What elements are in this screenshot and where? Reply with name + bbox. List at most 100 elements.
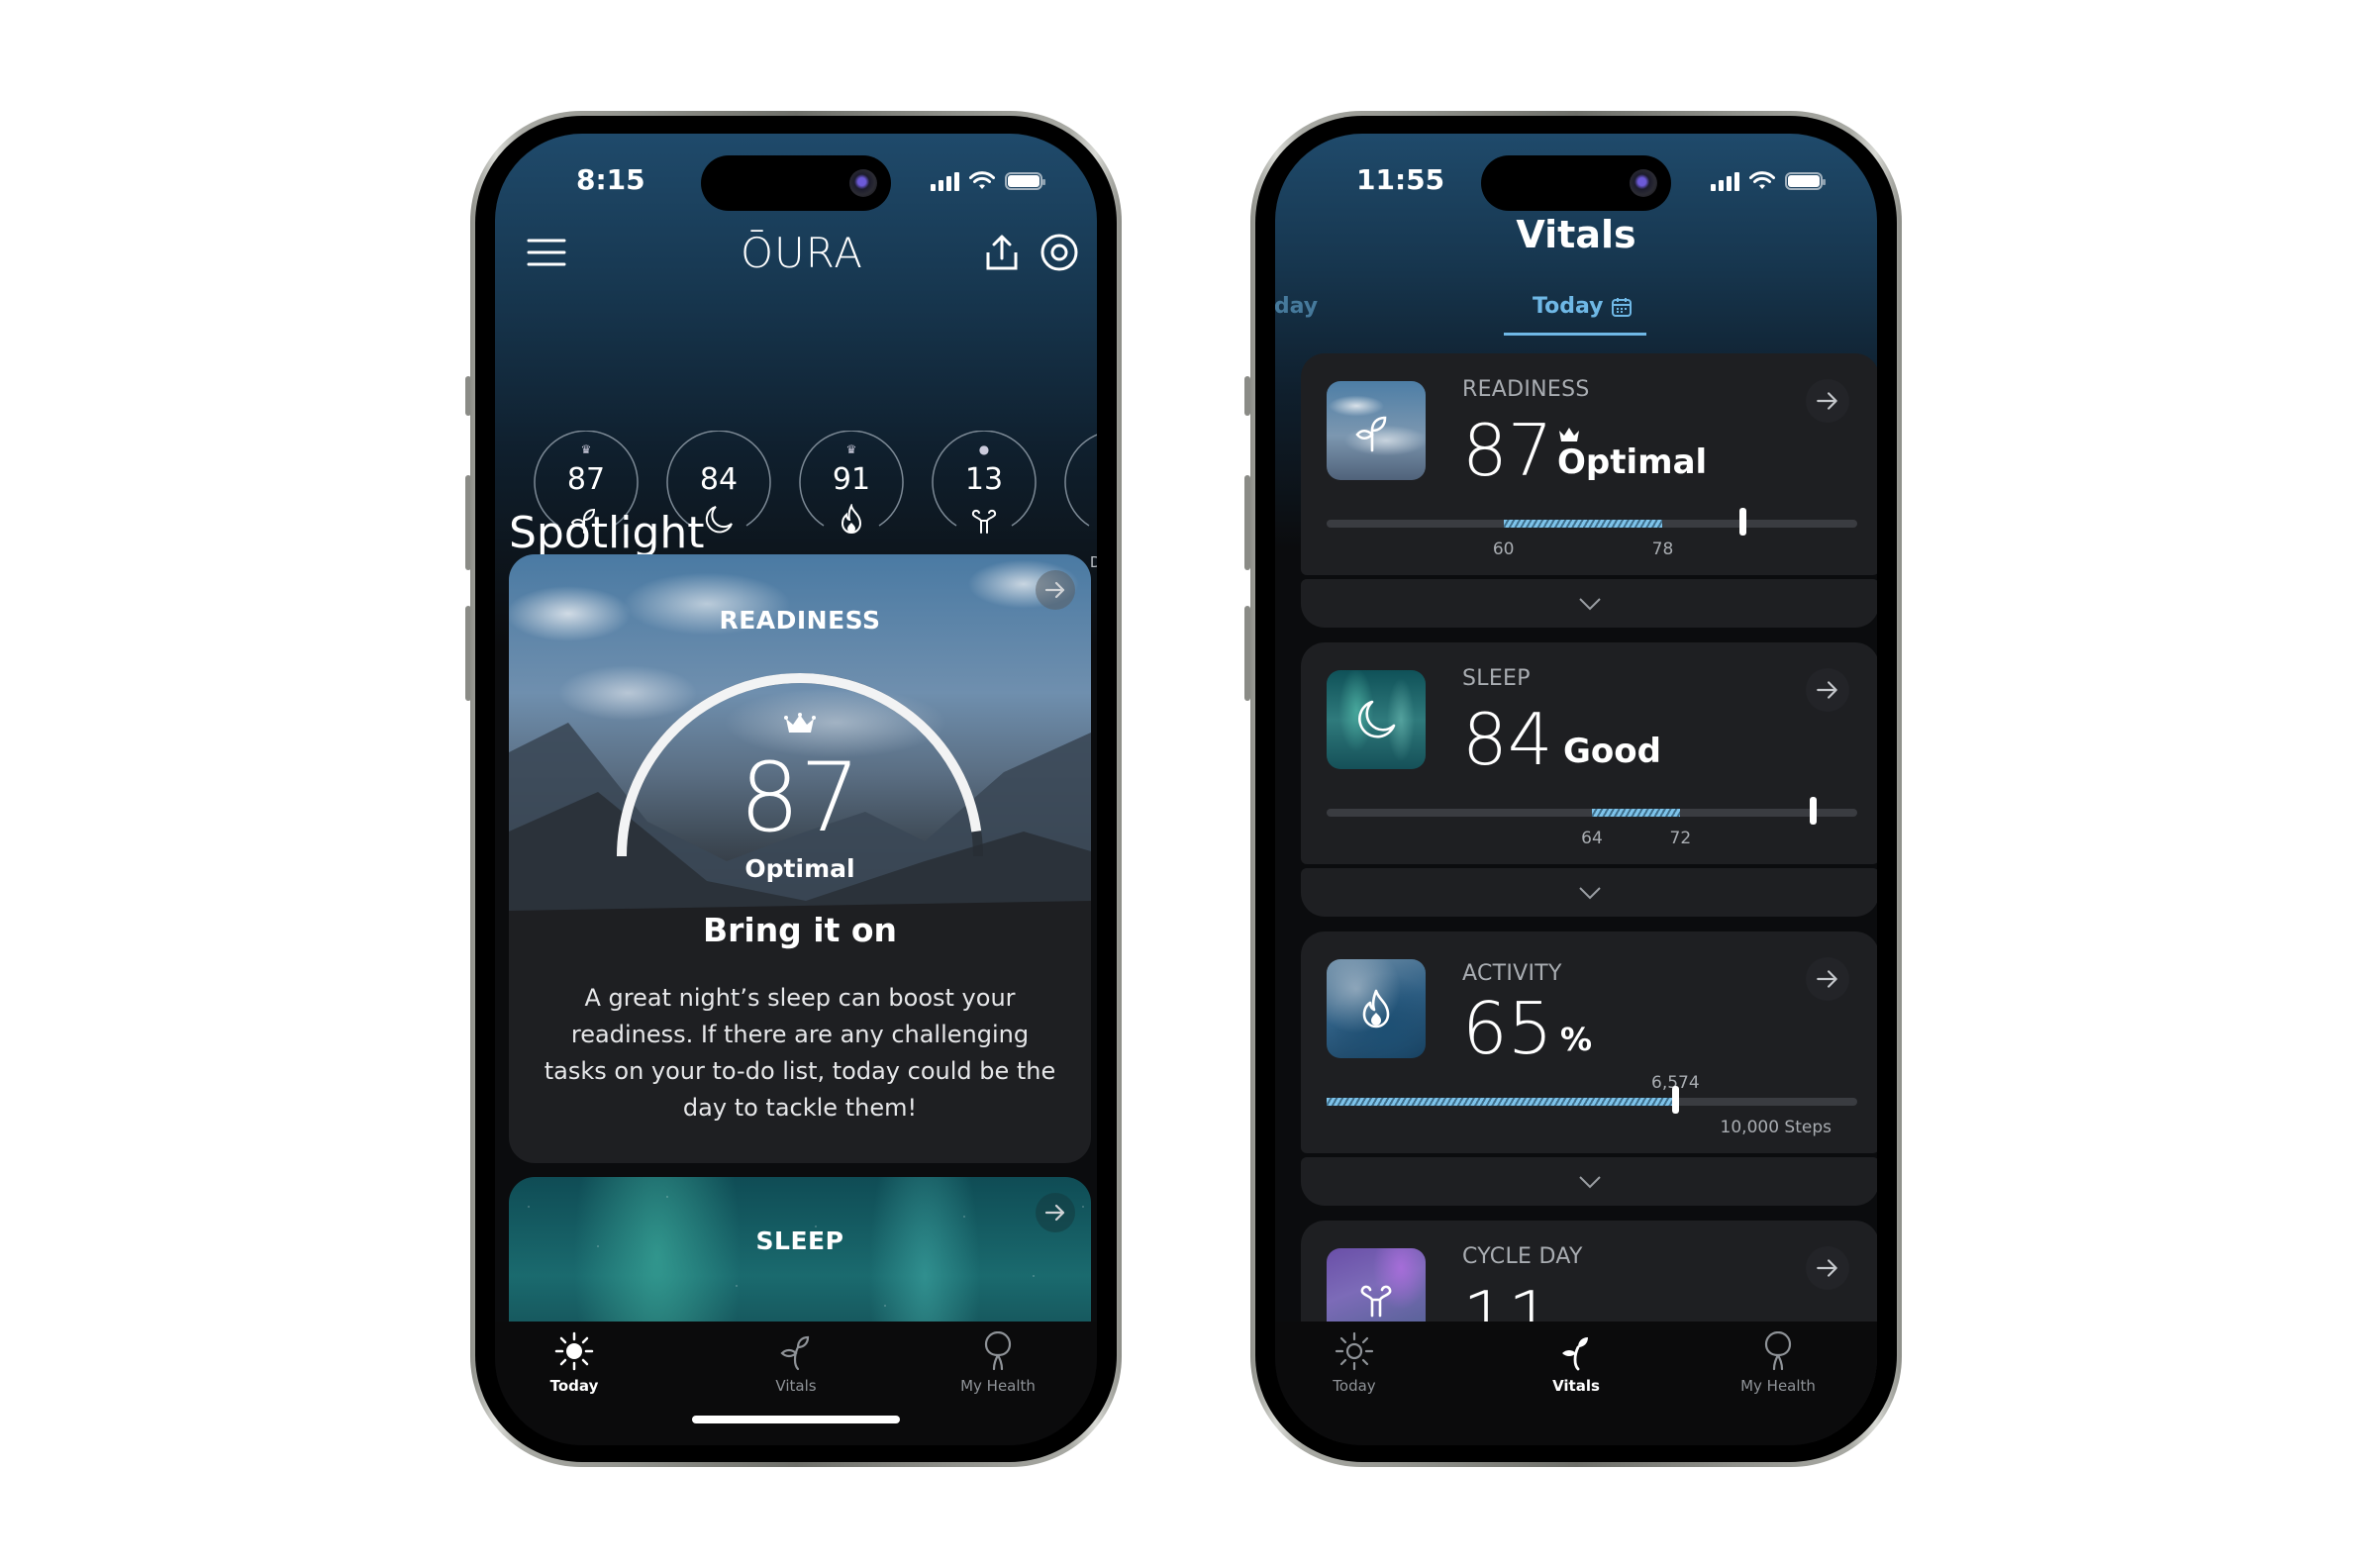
score-value: 65	[1063, 462, 1097, 497]
steps-progress-track	[1327, 1086, 1857, 1114]
readiness-optimal-band	[1503, 520, 1663, 528]
sprout-icon	[1355, 416, 1387, 452]
vitals-screen: 11:55 Vitals rday Today READINESS 87 Opt…	[1275, 134, 1877, 1445]
activity-score: 65	[1462, 987, 1553, 1070]
bottom-nav: Today Vitals My Health	[495, 1322, 1097, 1445]
arrow-right-icon	[1817, 681, 1837, 699]
flame-icon	[841, 504, 862, 534]
phone-right: 11:55 Vitals rday Today READINESS 87 Opt…	[1250, 111, 1902, 1467]
crown-icon	[1559, 428, 1579, 441]
readiness-vital-card[interactable]: READINESS 87 Optimal 60 78	[1301, 353, 1877, 575]
arrow-right-icon	[1044, 1204, 1065, 1222]
readiness-marker	[1738, 508, 1746, 536]
arrow-right-icon	[1044, 581, 1065, 599]
nav-my-health-label: My Health	[1740, 1377, 1816, 1395]
readiness-headline: Bring it on	[702, 911, 898, 949]
score-ring-activity[interactable]: ♛ 91	[798, 431, 905, 538]
nav-my-health-label: My Health	[960, 1377, 1036, 1395]
readiness-score: 87	[1462, 409, 1553, 492]
activity-vital-card[interactable]: ACTIVITY 65 % 6,574 10,000 Steps	[1301, 931, 1877, 1153]
activity-unit: %	[1560, 1021, 1593, 1058]
tree-icon	[1764, 1331, 1792, 1371]
nav-today-label: Today	[549, 1377, 599, 1395]
readiness-status: Optimal	[1557, 442, 1708, 482]
drop-icon: ●	[978, 442, 990, 456]
uterus-icon	[971, 509, 997, 534]
calendar-icon	[1612, 297, 1633, 317]
status-time: 11:55	[1356, 163, 1445, 196]
nav-vitals[interactable]: Vitals	[1497, 1331, 1655, 1395]
sleep-thumbnail	[1327, 670, 1426, 769]
sun-icon	[554, 1331, 594, 1371]
open-activity-button[interactable]	[1806, 957, 1849, 1001]
tab-yesterday[interactable]: rday	[1275, 294, 1318, 319]
uterus-icon	[1360, 1285, 1392, 1318]
nav-vitals-label: Vitals	[1552, 1377, 1600, 1395]
arrow-right-icon	[1817, 392, 1837, 410]
steps-progress-fill	[1327, 1098, 1676, 1106]
readiness-spotlight-card[interactable]: READINESS 87 Optimal Bring it on A great…	[509, 554, 1091, 1163]
readiness-body: A great night’s sleep can boost your rea…	[544, 984, 1056, 1122]
tab-today-label: Today	[1533, 294, 1604, 319]
nav-today-label: Today	[1333, 1377, 1376, 1395]
sleep-label: SLEEP	[1462, 666, 1531, 691]
steps-goal: 10,000 Steps	[1720, 1118, 1832, 1137]
spotlight-title: Spotlight	[509, 508, 705, 558]
cell-signal-icon	[1711, 171, 1739, 191]
sleep-expand-button[interactable]	[1301, 868, 1877, 917]
score-value: 87	[566, 462, 606, 497]
chevron-down-icon	[1579, 1175, 1601, 1188]
sleep-vital-card[interactable]: SLEEP 84 Good 64 72	[1301, 642, 1877, 864]
open-cycle-day-button[interactable]	[1806, 1246, 1849, 1290]
status-icons	[1711, 171, 1826, 191]
cycle-day-label: CYCLE DAY	[1462, 1244, 1583, 1269]
sleep-marker	[1810, 797, 1818, 825]
sprout-icon	[780, 1335, 810, 1371]
moon-icon	[1358, 700, 1396, 738]
moon-icon	[705, 506, 733, 534]
tab-underline	[1504, 333, 1646, 336]
nav-my-health[interactable]: My Health	[919, 1331, 1077, 1395]
activity-thumbnail	[1327, 959, 1426, 1058]
crown-icon	[784, 713, 816, 733]
nav-today[interactable]: Today	[495, 1331, 653, 1395]
score-value: 84	[699, 462, 739, 497]
flame-icon	[1362, 989, 1390, 1029]
readiness-status: Optimal	[744, 854, 855, 883]
score-value: 13	[964, 462, 1004, 497]
steps-marker	[1672, 1086, 1680, 1114]
sun-icon	[1335, 1331, 1374, 1371]
open-sleep-button[interactable]	[1806, 668, 1849, 712]
sleep-status: Good	[1563, 732, 1661, 771]
score-value: 91	[832, 462, 871, 497]
activity-label: ACTIVITY	[1462, 961, 1562, 986]
chevron-down-icon	[1579, 886, 1601, 899]
nav-vitals[interactable]: Vitals	[717, 1331, 875, 1395]
dynamic-island	[1481, 155, 1671, 211]
score-ring-daytim[interactable]: 65	[1063, 431, 1097, 538]
nav-today[interactable]: Today	[1275, 1331, 1434, 1395]
score-ring-cycle-day[interactable]: ● 13	[931, 431, 1038, 538]
readiness-range-high: 78	[1651, 539, 1674, 559]
activity-expand-button[interactable]	[1301, 1157, 1877, 1206]
bottom-nav: Today Vitals My Health	[1275, 1322, 1877, 1445]
readiness-label: READINESS	[1462, 377, 1590, 402]
readiness-thumbnail	[1327, 381, 1426, 480]
page-title: Vitals	[1516, 213, 1636, 256]
readiness-expand-button[interactable]	[1301, 579, 1877, 628]
arrow-right-icon	[1817, 1259, 1837, 1277]
sleep-score: 84	[1462, 698, 1553, 781]
sprout-icon	[1562, 1337, 1588, 1371]
crown-icon: ♛	[845, 442, 857, 456]
chevron-down-icon	[1579, 597, 1601, 610]
sleep-range-low: 64	[1581, 829, 1603, 848]
nav-my-health[interactable]: My Health	[1699, 1331, 1857, 1395]
phone-left: 8:15 ŌURA ♛87Readiness84Sleep♛91Activity…	[470, 111, 1122, 1467]
open-readiness-button[interactable]	[1036, 570, 1075, 610]
sleep-range-high: 72	[1669, 829, 1692, 848]
nav-vitals-label: Vitals	[775, 1377, 817, 1395]
tab-today[interactable]: Today	[1533, 294, 1633, 319]
open-readiness-button[interactable]	[1806, 379, 1849, 423]
home-indicator	[692, 1416, 900, 1423]
crown-icon: ♛	[580, 442, 592, 456]
